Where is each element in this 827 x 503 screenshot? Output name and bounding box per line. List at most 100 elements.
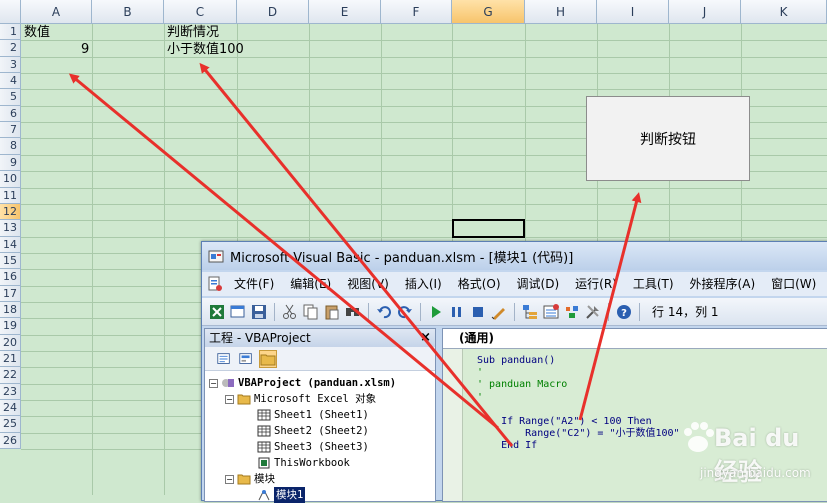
cell-c2[interactable]: 小于数值100 (167, 42, 244, 58)
row-header-4[interactable]: 4 (0, 73, 21, 90)
column-header-c[interactable]: C (164, 0, 237, 24)
cut-icon[interactable] (281, 303, 299, 321)
judge-button[interactable]: 判断按钮 (586, 96, 750, 181)
tree-collapse-toggle[interactable]: − (209, 378, 218, 388)
row-header-17[interactable]: 17 (0, 285, 21, 302)
row-header-10[interactable]: 10 (0, 171, 21, 188)
menu-run[interactable]: 运行(R) (567, 273, 625, 295)
menu-debug[interactable]: 调试(D) (509, 273, 568, 295)
column-header-a[interactable]: A (21, 0, 92, 24)
project-explorer-icon[interactable] (521, 303, 539, 321)
row-header-18[interactable]: 18 (0, 301, 21, 319)
cell-c1[interactable]: 判断情况 (167, 25, 219, 41)
help-icon[interactable]: ? (615, 303, 633, 321)
row-header-8[interactable]: 8 (0, 138, 21, 155)
row-header-12[interactable]: 12 (0, 203, 21, 221)
code-line: If Range("A2") < 100 Then (477, 416, 652, 428)
menu-edit[interactable]: 编辑(E) (282, 273, 339, 295)
menu-window[interactable]: 窗口(W) (763, 273, 824, 295)
row-header-6[interactable]: 6 (0, 105, 21, 123)
row-header-20[interactable]: 20 (0, 334, 21, 352)
tree-item-modules[interactable]: − 模块 (205, 471, 435, 487)
row-header-1[interactable]: 1 (0, 24, 21, 41)
column-header-j[interactable]: J (669, 0, 741, 24)
tree-item-sheet3[interactable]: Sheet3 (Sheet3) (205, 439, 435, 455)
tree-item-vbaproject[interactable]: − VBAProject (panduan.xlsm) (205, 375, 435, 391)
project-pane-close-button[interactable]: × (420, 329, 431, 347)
vbe-menu-doc-icon[interactable] (206, 275, 224, 293)
row-header-11[interactable]: 11 (0, 187, 21, 204)
menu-insert[interactable]: 插入(I) (397, 273, 450, 295)
code-line: Range("C2") = "小于数值100" (477, 428, 680, 440)
row-header-16[interactable]: 16 (0, 269, 21, 286)
row-header-15[interactable]: 15 (0, 252, 21, 270)
break-icon[interactable] (448, 303, 466, 321)
row-header-25[interactable]: 25 (0, 416, 21, 433)
vbe-title-bar[interactable]: Microsoft Visual Basic - panduan.xlsm - … (202, 242, 827, 270)
undo-icon[interactable] (375, 303, 393, 321)
row-header-23[interactable]: 23 (0, 383, 21, 401)
menu-file[interactable]: 文件(F) (226, 273, 282, 295)
active-cell-g12[interactable] (452, 219, 525, 238)
column-header-b[interactable]: B (92, 0, 164, 24)
row-header-9[interactable]: 9 (0, 154, 21, 172)
toggle-folders-button[interactable] (259, 349, 277, 368)
tree-item-sheet2[interactable]: Sheet2 (Sheet2) (205, 423, 435, 439)
find-icon[interactable] (344, 303, 362, 321)
row-header-2[interactable]: 2 (0, 40, 21, 57)
column-header-d[interactable]: D (237, 0, 309, 24)
row-header-14[interactable]: 14 (0, 236, 21, 253)
column-header-h[interactable]: H (525, 0, 597, 24)
cell-a2[interactable]: 9 (81, 42, 89, 58)
save-icon[interactable] (250, 303, 268, 321)
properties-window-icon[interactable] (542, 303, 560, 321)
row-header-24[interactable]: 24 (0, 400, 21, 417)
view-object-icon[interactable] (237, 350, 255, 368)
vba-editor-window: Microsoft Visual Basic - panduan.xlsm - … (201, 241, 827, 503)
code-margin[interactable] (443, 349, 463, 501)
tree-collapse-toggle[interactable]: − (225, 474, 234, 484)
column-header-f[interactable]: F (381, 0, 452, 24)
tree-item-excel-objects[interactable]: − Microsoft Excel 对象 (205, 391, 435, 407)
copy-icon[interactable] (302, 303, 320, 321)
reset-icon[interactable] (469, 303, 487, 321)
row-header-26[interactable]: 26 (0, 432, 21, 450)
menu-view[interactable]: 视图(V) (339, 273, 397, 295)
design-mode-icon[interactable] (490, 303, 508, 321)
insert-userform-icon[interactable] (229, 303, 247, 321)
view-excel-icon[interactable] (208, 303, 226, 321)
row-header-3[interactable]: 3 (0, 56, 21, 74)
object-browser-icon[interactable] (563, 303, 581, 321)
menu-tools[interactable]: 工具(T) (625, 273, 682, 295)
row-header-13[interactable]: 13 (0, 220, 21, 237)
menu-format[interactable]: 格式(O) (450, 273, 509, 295)
row-header-21[interactable]: 21 (0, 351, 21, 368)
column-header-k[interactable]: K (741, 0, 827, 24)
tree-item-thisworkbook[interactable]: ThisWorkbook (205, 455, 435, 471)
run-icon[interactable] (427, 303, 445, 321)
tree-collapse-toggle[interactable]: − (225, 394, 234, 404)
select-all-corner[interactable] (0, 0, 21, 24)
project-pane-title: 工程 - VBAProject × (205, 329, 435, 347)
redo-icon[interactable] (396, 303, 414, 321)
row-header-7[interactable]: 7 (0, 122, 21, 139)
row-header-19[interactable]: 19 (0, 318, 21, 335)
object-combo[interactable]: (通用) (443, 329, 827, 349)
row-header-22[interactable]: 22 (0, 367, 21, 384)
tree-item-module1[interactable]: 模块1 (205, 487, 435, 503)
cell-a1[interactable]: 数值 (24, 25, 50, 41)
toolbox-icon[interactable] (584, 303, 602, 321)
column-header-e[interactable]: E (309, 0, 381, 24)
view-code-icon[interactable] (215, 350, 233, 368)
paste-icon[interactable] (323, 303, 341, 321)
toolbar-separator (608, 302, 609, 321)
project-tree: − VBAProject (panduan.xlsm) − Microsoft … (205, 371, 435, 503)
row-header-5[interactable]: 5 (0, 89, 21, 106)
tree-item-sheet1[interactable]: Sheet1 (Sheet1) (205, 407, 435, 423)
menu-addins[interactable]: 外接程序(A) (682, 273, 764, 295)
column-header-i[interactable]: I (597, 0, 669, 24)
column-header-g[interactable]: G (452, 0, 525, 24)
code-editor[interactable]: Sub panduan() ' ' panduan Macro ' ' If Range… (477, 355, 680, 453)
gridline (21, 236, 827, 238)
gridline (21, 56, 827, 58)
